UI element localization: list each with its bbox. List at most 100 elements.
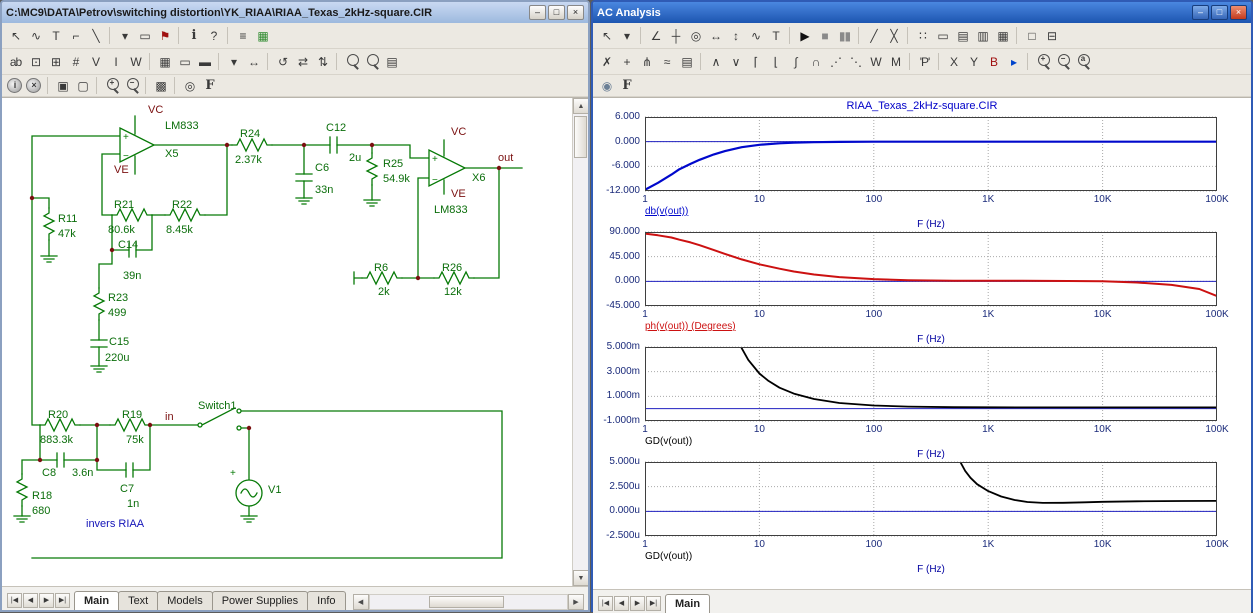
curve-label[interactable]: GD(v(out)) xyxy=(645,551,692,562)
cursor-mode-tool[interactable]: ┼ xyxy=(666,26,685,45)
orthogonal-wire-tool[interactable]: ⌐ xyxy=(66,26,85,45)
component-picker-dropdown[interactable]: ▾ xyxy=(115,26,134,45)
zoom-auto-icon[interactable]: a xyxy=(1073,52,1092,71)
schematic-canvas[interactable]: +− +− + VCLM833X5VER242.37kC122uC633nR25… xyxy=(2,97,588,586)
scrollbar-thumb[interactable] xyxy=(574,116,587,158)
info-page-icon[interactable]: ▤ xyxy=(382,52,401,71)
go-to-branch-icon[interactable]: B xyxy=(984,52,1003,71)
title-bar[interactable]: C:\MC9\DATA\Petrov\switching distortion\… xyxy=(2,2,588,23)
first-tab-button[interactable]: |◀ xyxy=(7,593,22,608)
grid-toggle[interactable]: ▦ xyxy=(993,26,1012,45)
round-icon[interactable]: ∩ xyxy=(806,52,825,71)
smooth-icon[interactable]: ≈ xyxy=(657,52,676,71)
performance-tag-tool[interactable]: ∿ xyxy=(746,26,765,45)
horizontal-grid-toggle[interactable]: ▤ xyxy=(953,26,972,45)
minimize-button[interactable]: – xyxy=(529,5,546,20)
help-contents-icon[interactable]: i xyxy=(7,78,22,93)
single-plot-layout[interactable]: □ xyxy=(1022,26,1041,45)
scrollbar-track[interactable] xyxy=(369,594,568,610)
copy-window-icon[interactable]: ▢ xyxy=(73,76,92,95)
minimize-button[interactable]: – xyxy=(1192,5,1209,20)
flip-vertical-tool[interactable]: ⇅ xyxy=(313,52,332,71)
marker-tool[interactable]: ╳ xyxy=(884,26,903,45)
sensitivity-icon[interactable]: ▦ xyxy=(253,26,272,45)
prev-tab-button[interactable]: ◀ xyxy=(614,596,629,611)
curve-label[interactable]: GD(v(out)) xyxy=(645,436,692,447)
text-tool[interactable]: T xyxy=(766,26,785,45)
scroll-down-button[interactable]: ▼ xyxy=(573,570,588,586)
waveform-branch-icon[interactable]: ⋔ xyxy=(637,52,656,71)
tab-power-supplies[interactable]: Power Supplies xyxy=(212,591,308,610)
last-tab-button[interactable]: ▶| xyxy=(55,593,70,608)
vertical-scrollbar[interactable]: ▲ ▼ xyxy=(572,98,588,586)
frequency-icon[interactable]: M xyxy=(886,52,905,71)
zoom-in-icon[interactable]: + xyxy=(102,76,121,95)
next-simulation-icon[interactable]: ▸ xyxy=(1004,52,1023,71)
fourier-icon[interactable]: F xyxy=(617,76,636,95)
fall-icon[interactable]: ⋱ xyxy=(846,52,865,71)
diagonal-wire-tool[interactable]: ╲ xyxy=(86,26,105,45)
go-to-x-icon[interactable]: X xyxy=(944,52,963,71)
rotate-tool[interactable]: ↺ xyxy=(273,52,292,71)
vertical-grid-toggle[interactable]: ▥ xyxy=(973,26,992,45)
tab-models[interactable]: Models xyxy=(157,591,212,610)
plot-chart[interactable] xyxy=(645,117,1219,193)
valley-icon[interactable]: ∨ xyxy=(726,52,745,71)
grid-toggle[interactable]: ▦ xyxy=(155,52,174,71)
plot-chart[interactable] xyxy=(645,462,1219,538)
currents-toggle[interactable]: I xyxy=(106,52,125,71)
close-button[interactable]: × xyxy=(567,5,584,20)
wire-mode-tool[interactable]: ∿ xyxy=(26,26,45,45)
globe-icon[interactable]: ◎ xyxy=(180,76,199,95)
close-button[interactable]: × xyxy=(1230,5,1247,20)
run-button[interactable]: ▶ xyxy=(795,26,814,45)
tab-main[interactable]: Main xyxy=(665,594,710,613)
go-to-y-icon[interactable]: Y xyxy=(964,52,983,71)
scroll-up-button[interactable]: ▲ xyxy=(573,98,588,114)
zoom-in-icon[interactable]: + xyxy=(1033,52,1052,71)
tab-text[interactable]: Text xyxy=(118,591,158,610)
powers-toggle[interactable]: W xyxy=(126,52,145,71)
low-icon[interactable]: ⌊ xyxy=(766,52,785,71)
curve-label[interactable]: db(v(out)) xyxy=(645,206,688,217)
plot-properties-icon[interactable]: 'P' xyxy=(915,52,934,71)
options-ball-icon[interactable]: ◉ xyxy=(597,76,616,95)
curve-label[interactable]: ph(v(out)) (Degrees) xyxy=(645,321,736,332)
tab-main[interactable]: Main xyxy=(74,591,119,610)
select-area-icon[interactable]: ▩ xyxy=(151,76,170,95)
rise-icon[interactable]: ⋰ xyxy=(826,52,845,71)
zoom-out-icon[interactable]: − xyxy=(1053,52,1072,71)
node-voltages-toggle[interactable]: V xyxy=(86,52,105,71)
prev-tab-button[interactable]: ◀ xyxy=(23,593,38,608)
bus-tool[interactable]: ≡ xyxy=(233,26,252,45)
flip-horizontal-tool[interactable]: ⇄ xyxy=(293,52,312,71)
maximize-button[interactable]: □ xyxy=(548,5,565,20)
next-tab-button[interactable]: ▶ xyxy=(39,593,54,608)
component-dropdown[interactable]: ▾ xyxy=(617,26,636,45)
help-mode-tool[interactable]: ? xyxy=(204,26,223,45)
inflection-icon[interactable]: ∫ xyxy=(786,52,805,71)
select-tool[interactable]: ↖ xyxy=(6,26,25,45)
high-icon[interactable]: ⌈ xyxy=(746,52,765,71)
tab-info[interactable]: Info xyxy=(307,591,345,610)
scroll-left-button[interactable]: ◀ xyxy=(353,594,369,610)
data-points-toggle[interactable]: ∷ xyxy=(913,26,932,45)
copy-page-icon[interactable]: ▣ xyxy=(53,76,72,95)
close-file-icon[interactable]: × xyxy=(26,78,41,93)
title-bar[interactable]: AC Analysis – □ × xyxy=(593,2,1251,23)
zoom-out-icon[interactable]: − xyxy=(122,76,141,95)
attribute-text-toggle[interactable]: ab xyxy=(6,52,25,71)
plot-chart[interactable] xyxy=(645,232,1219,308)
text-tool[interactable]: T xyxy=(46,26,65,45)
scale-mode-tool[interactable]: ∠ xyxy=(646,26,665,45)
line-tool[interactable]: ╱ xyxy=(864,26,883,45)
find-icon[interactable] xyxy=(342,52,361,71)
analysis-plot-area[interactable]: RIAA_Texas_2kHz-square.CIR 6.0000.000-6.… xyxy=(593,97,1251,589)
period-icon[interactable]: W xyxy=(866,52,885,71)
split-plot-layout[interactable]: ⊟ xyxy=(1042,26,1061,45)
ruler-toggle[interactable]: ▭ xyxy=(933,26,952,45)
scroll-right-button[interactable]: ▶ xyxy=(568,594,584,610)
plot-chart[interactable] xyxy=(645,347,1219,423)
border-toggle[interactable]: ▭ xyxy=(175,52,194,71)
horizontal-scrollbar[interactable]: ◀ ▶ xyxy=(353,594,584,610)
